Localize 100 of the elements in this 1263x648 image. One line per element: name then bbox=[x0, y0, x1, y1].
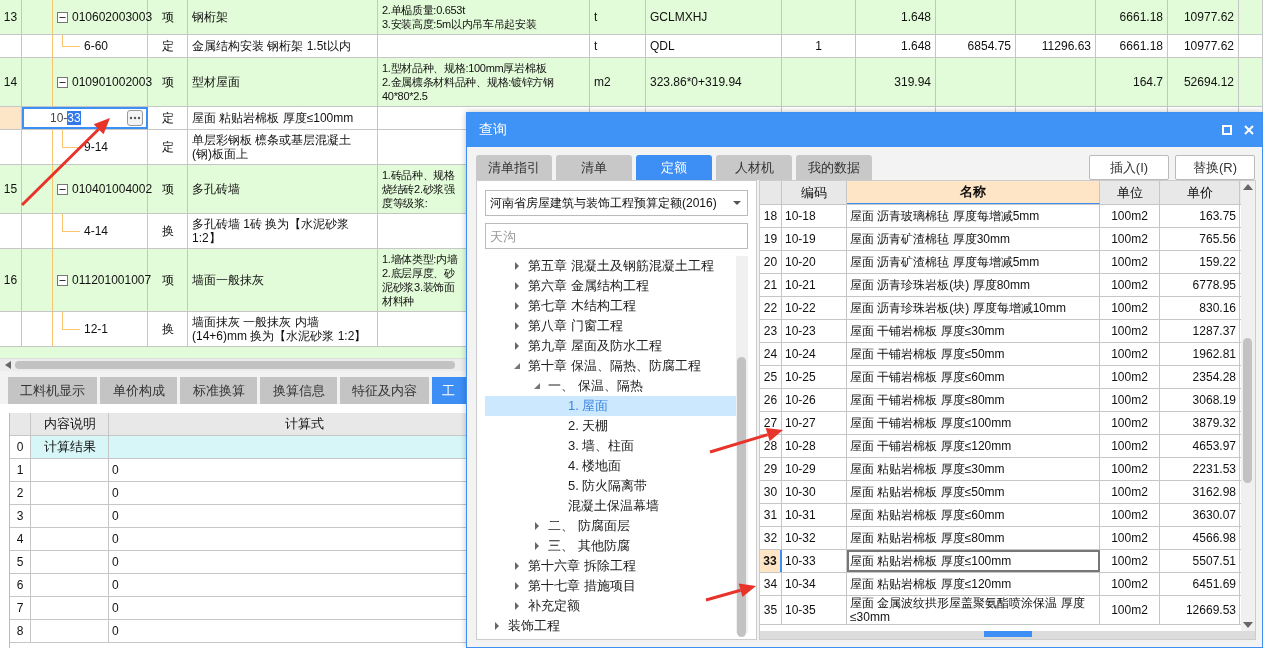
table-cell: 10-27 bbox=[782, 412, 847, 434]
code-field[interactable]: 10-33 bbox=[50, 111, 81, 125]
table-cell: 6778.95 bbox=[1160, 274, 1240, 296]
tab[interactable]: 特征及内容 bbox=[340, 377, 429, 404]
column-header[interactable]: 名称 bbox=[847, 181, 1100, 204]
tab[interactable]: 我的数据 bbox=[796, 155, 872, 180]
table-cell: 屋面 粘贴岩棉板 厚度≤60mm bbox=[847, 504, 1100, 526]
type-text: 换 bbox=[161, 322, 174, 336]
row-number: 4 bbox=[10, 528, 31, 550]
tree-item[interactable]: 第九章 屋面及防水工程 bbox=[485, 336, 736, 356]
item-features: 1.墙体类型:内墙2.底层厚度、砂泥砂浆3.装饰面材料种 bbox=[382, 252, 459, 308]
ellipsis-icon bbox=[129, 116, 141, 120]
table-cell: 100m2 bbox=[1100, 435, 1160, 457]
close-icon[interactable] bbox=[1244, 125, 1254, 135]
table-cell: m2 bbox=[594, 75, 611, 89]
row-number: 29 bbox=[760, 458, 782, 480]
type-text: 项 bbox=[161, 182, 174, 196]
table-cell: 6661.18 bbox=[1119, 10, 1163, 24]
table-cell: 屋面 粘贴岩棉板 厚度≤30mm bbox=[847, 458, 1100, 480]
row-number: 25 bbox=[760, 366, 782, 388]
maximize-icon[interactable] bbox=[1222, 125, 1232, 135]
table-cell: 10-30 bbox=[782, 481, 847, 503]
collapse-icon[interactable] bbox=[57, 11, 68, 23]
tree-item[interactable]: 3. 墙、柱面 bbox=[485, 436, 736, 456]
table-cell: 10-24 bbox=[782, 343, 847, 365]
item-name: 钢桁架 bbox=[192, 10, 228, 24]
item-features: 1.型材品种、规格:100mm厚岩棉板 2.金属檩条材料品种、规格:镀锌方钢 40*80*2.5 bbox=[382, 61, 554, 103]
table-cell: 10-25 bbox=[782, 366, 847, 388]
search-field[interactable]: 天沟 bbox=[485, 223, 748, 249]
scrollbar-thumb[interactable] bbox=[737, 357, 746, 637]
row-number: 20 bbox=[760, 251, 782, 273]
table-cell: 100m2 bbox=[1100, 297, 1160, 319]
table-cell: 10-26 bbox=[782, 389, 847, 411]
table-cell: 100m2 bbox=[1100, 205, 1160, 227]
tab[interactable]: 工料机显示 bbox=[8, 377, 97, 404]
scrollbar-thumb[interactable] bbox=[1243, 338, 1252, 483]
table-cell: 100m2 bbox=[1100, 389, 1160, 411]
type-text: 项 bbox=[161, 273, 174, 287]
row-number: 2 bbox=[10, 482, 31, 504]
table-cell: 屋面 粘贴岩棉板 厚度≤80mm bbox=[847, 527, 1100, 549]
table-cell: GCLMXHJ bbox=[650, 10, 708, 24]
table-cell: 屋面 粘贴岩棉板 厚度≤120mm bbox=[847, 573, 1100, 595]
table-cell: 屋面 干铺岩棉板 厚度≤100mm bbox=[847, 412, 1100, 434]
tab[interactable]: 清单 bbox=[556, 155, 632, 180]
table-cell: 10-21 bbox=[782, 274, 847, 296]
tab[interactable]: 人材机 bbox=[716, 155, 792, 180]
row-number: 21 bbox=[760, 274, 782, 296]
table-cell: 100m2 bbox=[1100, 320, 1160, 342]
button[interactable]: 替换(R) bbox=[1175, 155, 1255, 180]
table-cell: 1287.37 bbox=[1160, 320, 1240, 342]
item-features: 2.单榀质量:0.653t 3.安装高度:5m以内吊车吊起安装 bbox=[382, 3, 537, 31]
table-cell: 1 bbox=[815, 39, 822, 53]
row-number: 22 bbox=[760, 297, 782, 319]
column-header[interactable]: 单位 bbox=[1100, 181, 1160, 204]
tree-item[interactable]: 第十章 保温、隔热、防腐工程 bbox=[485, 356, 736, 376]
column-header[interactable]: 单价 bbox=[1160, 181, 1240, 204]
code-text: 6-60 bbox=[84, 39, 109, 53]
tree-item[interactable]: 一、 保温、隔热 bbox=[485, 376, 736, 396]
tree-item[interactable]: 第七章 木结构工程 bbox=[485, 296, 736, 316]
table-cell: 6854.75 bbox=[967, 39, 1011, 53]
scrollbar-thumb[interactable] bbox=[15, 361, 455, 369]
table-cell: t bbox=[594, 10, 598, 24]
tree-item[interactable]: 第六章 金属结构工程 bbox=[485, 276, 736, 296]
table-cell: 100m2 bbox=[1100, 504, 1160, 526]
button[interactable]: 插入(I) bbox=[1089, 155, 1169, 180]
scroll-up-icon[interactable] bbox=[1243, 184, 1253, 190]
table-cell: 10-29 bbox=[782, 458, 847, 480]
item-name: 单层彩钢板 檩条或基层混凝土 (钢)板面上 bbox=[192, 133, 352, 161]
table-cell: 屋面 粘贴岩棉板 厚度≤50mm bbox=[847, 481, 1100, 503]
table-cell: 屋面 沥青玻璃棉毡 厚度每增减5mm bbox=[847, 205, 1100, 227]
tab[interactable]: 标准换算 bbox=[180, 377, 257, 404]
table-cell: 52694.12 bbox=[1183, 75, 1234, 89]
tab[interactable]: 清单指引 bbox=[476, 155, 552, 180]
collapse-icon[interactable] bbox=[57, 76, 68, 88]
tab[interactable]: 换算信息 bbox=[260, 377, 337, 404]
scroll-left-icon[interactable] bbox=[5, 361, 11, 369]
row-number: 32 bbox=[760, 527, 782, 549]
table-cell: 100m2 bbox=[1100, 366, 1160, 388]
tree-item[interactable]: 第八章 门窗工程 bbox=[485, 316, 736, 336]
tree-item[interactable]: 第五章 混凝土及钢筋混凝土工程 bbox=[485, 256, 736, 276]
more-button[interactable] bbox=[127, 110, 143, 126]
collapse-icon[interactable] bbox=[57, 183, 68, 195]
item-name: 墙面抹灰 一般抹灰 内墙 (14+6)mm 换为【水泥砂浆 1:2】 bbox=[192, 315, 367, 343]
scrollbar[interactable] bbox=[1241, 181, 1255, 631]
table-cell: 10-28 bbox=[782, 435, 847, 457]
table-cell: 11296.63 bbox=[1041, 39, 1091, 53]
scrollbar[interactable] bbox=[760, 631, 1255, 639]
type-text: 定 bbox=[161, 111, 174, 125]
scroll-down-icon[interactable] bbox=[1243, 622, 1253, 628]
table-cell: 屋面 干铺岩棉板 厚度≤60mm bbox=[847, 366, 1100, 388]
scrollbar-thumb[interactable] bbox=[983, 631, 1032, 637]
row-number: 23 bbox=[760, 320, 782, 342]
table-cell: 计算结果 bbox=[31, 436, 109, 458]
table-cell: 323.86*0+319.94 bbox=[650, 75, 742, 89]
table-cell: 100m2 bbox=[1100, 481, 1160, 503]
dropdown[interactable]: 河南省房屋建筑与装饰工程预算定额(2016) bbox=[485, 190, 748, 216]
type-text: 项 bbox=[161, 10, 174, 24]
tab[interactable]: 单价构成 bbox=[100, 377, 177, 404]
code-text: 011201001007 bbox=[72, 273, 152, 287]
collapse-icon[interactable] bbox=[57, 274, 68, 286]
